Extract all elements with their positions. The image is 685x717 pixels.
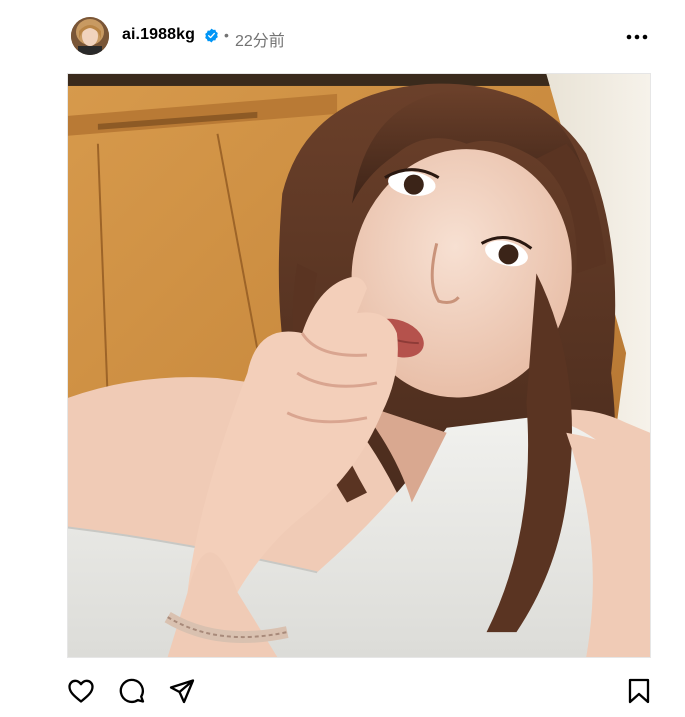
heart-icon[interactable] <box>67 677 95 705</box>
comment-icon[interactable] <box>118 677 146 705</box>
more-options-icon[interactable] <box>624 27 650 47</box>
separator-dot: • <box>224 27 229 43</box>
post-photo[interactable] <box>67 73 651 658</box>
post-time[interactable]: 22分前 <box>235 27 285 51</box>
avatar-image <box>71 17 109 55</box>
bookmark-icon[interactable] <box>625 677 653 705</box>
paper-plane-icon[interactable] <box>168 677 196 705</box>
selfie-illustration <box>68 74 650 657</box>
post-actions-bar <box>0 668 685 708</box>
post-header: ai.1988kg • 22分前 <box>0 0 685 72</box>
verified-badge-icon <box>204 28 219 43</box>
username[interactable]: ai.1988kg <box>122 26 195 44</box>
avatar[interactable] <box>71 17 109 55</box>
